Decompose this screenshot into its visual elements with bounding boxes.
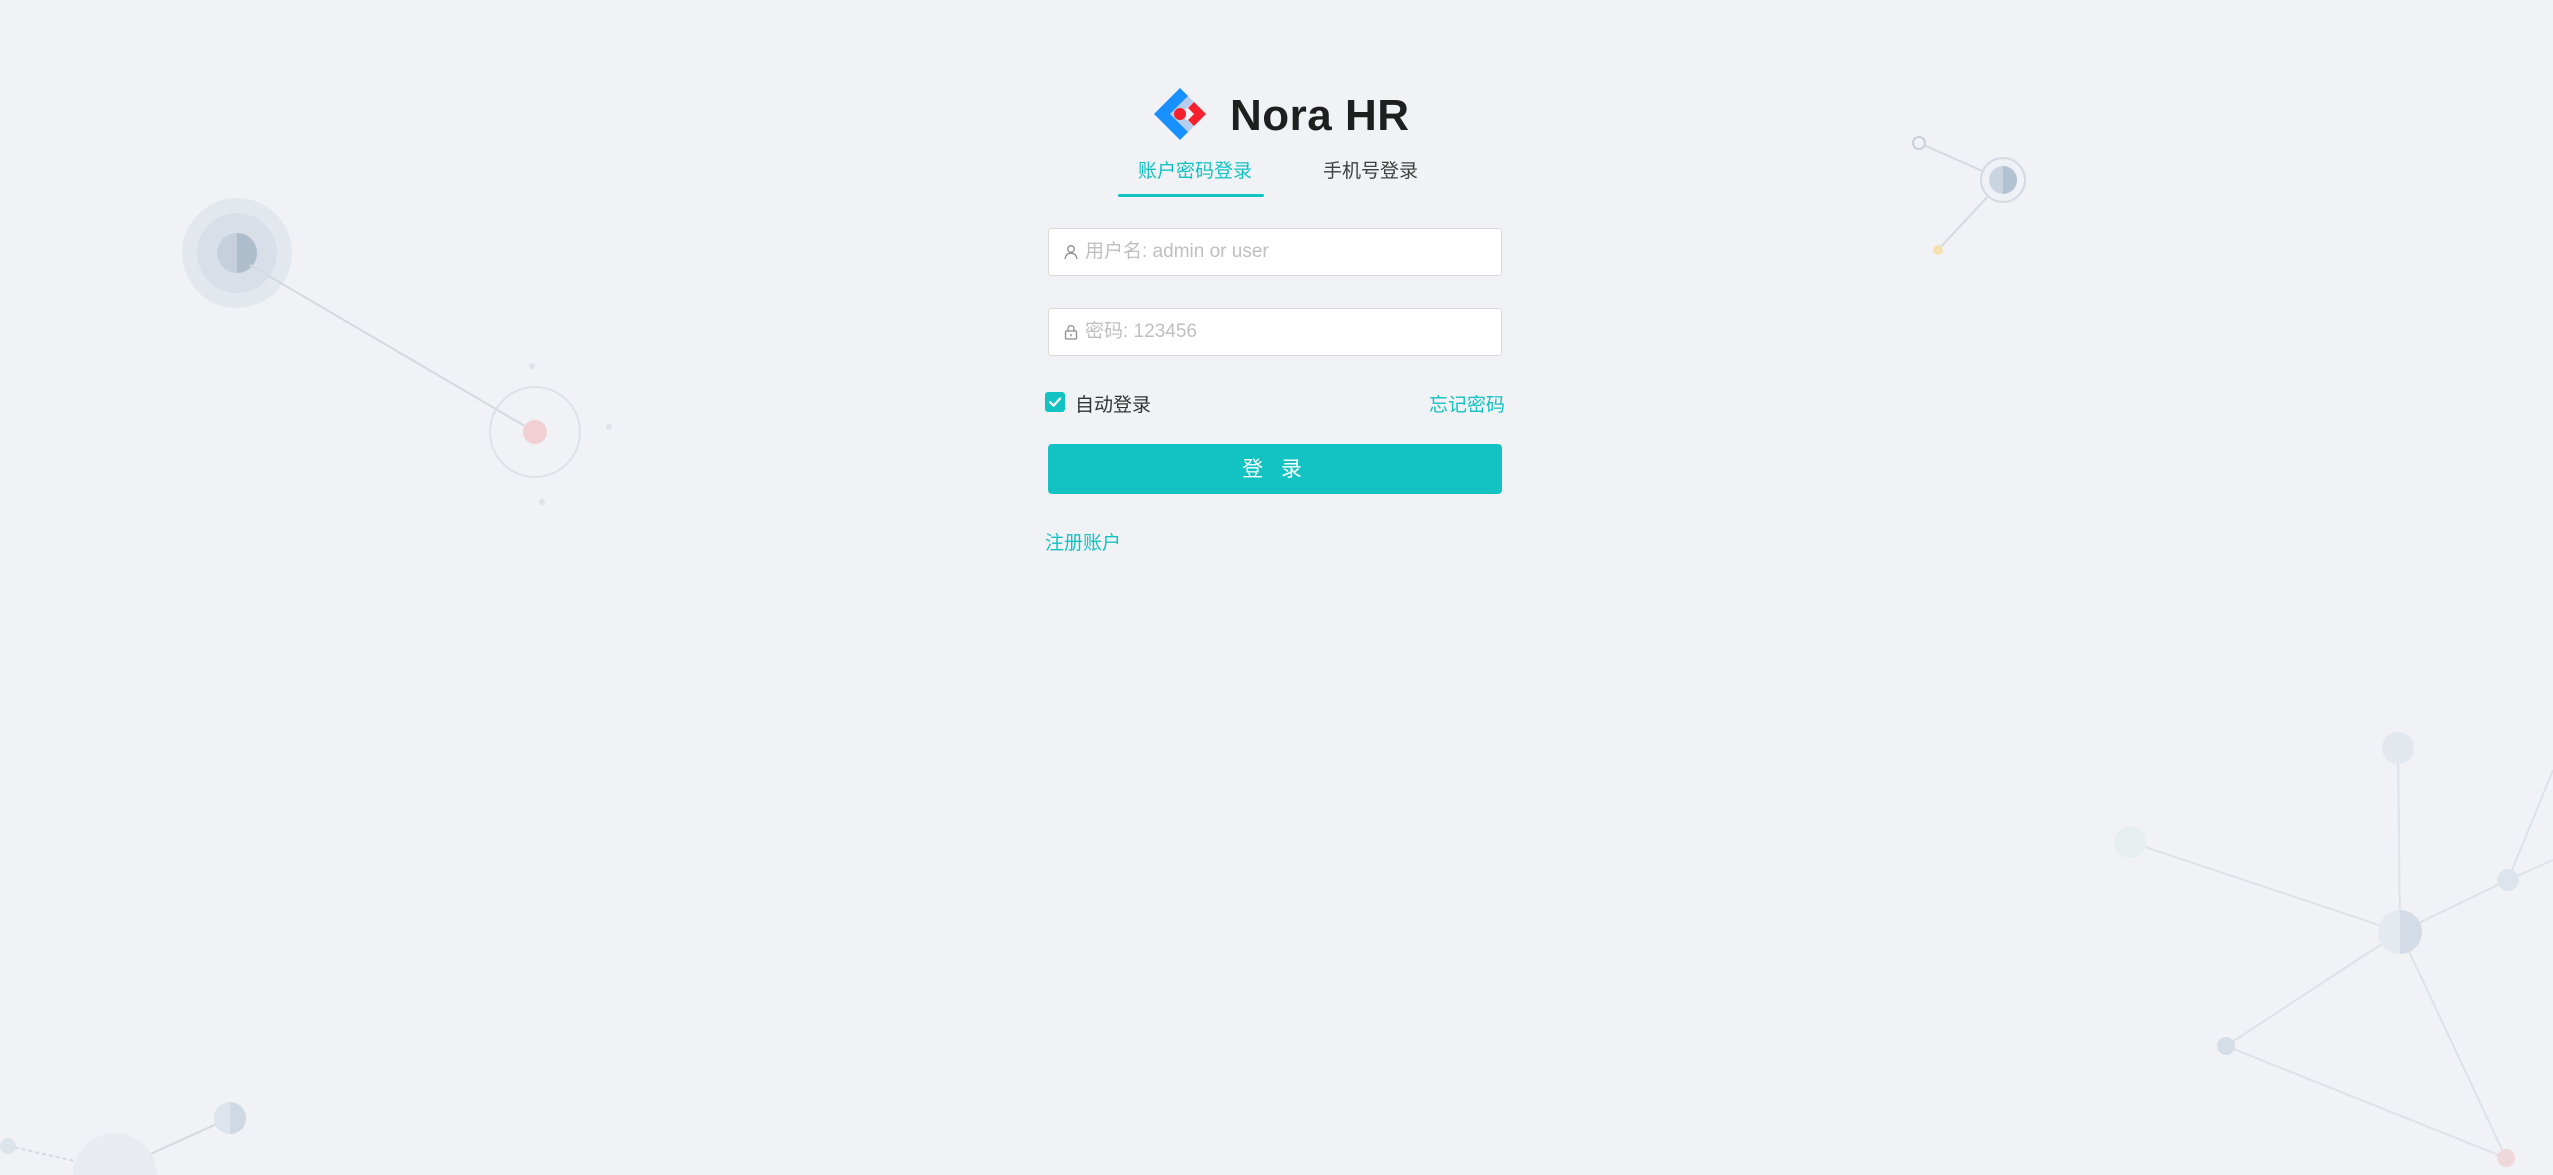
check-icon [1048,397,1062,407]
password-input[interactable] [1085,310,1485,354]
login-page: Nora HR 账户密码登录 手机号登录 自动登录 忘记密码 登 录 注册账户 [0,0,2553,1175]
active-tab-indicator [1118,194,1264,197]
username-field[interactable] [1048,228,1502,276]
username-input[interactable] [1085,230,1485,274]
tab-account-password[interactable]: 账户密码登录 [1138,152,1252,192]
auto-login-label[interactable]: 自动登录 [1075,390,1151,417]
login-header: Nora HR [1150,84,1410,148]
login-button[interactable]: 登 录 [1048,444,1502,494]
diamond-logo-icon [1154,88,1206,140]
tab-phone[interactable]: 手机号登录 [1323,152,1418,192]
login-tabs: 账户密码登录 手机号登录 [1118,152,1418,200]
lock-icon [1064,324,1078,340]
user-icon [1064,245,1078,260]
login-options: 自动登录 忘记密码 [1045,386,1505,418]
app-title: Nora HR [1230,91,1410,140]
password-field[interactable] [1048,308,1502,356]
auto-login-checkbox[interactable] [1045,392,1065,412]
forgot-password-link[interactable]: 忘记密码 [1429,390,1505,417]
register-account-link[interactable]: 注册账户 [1045,528,1121,555]
